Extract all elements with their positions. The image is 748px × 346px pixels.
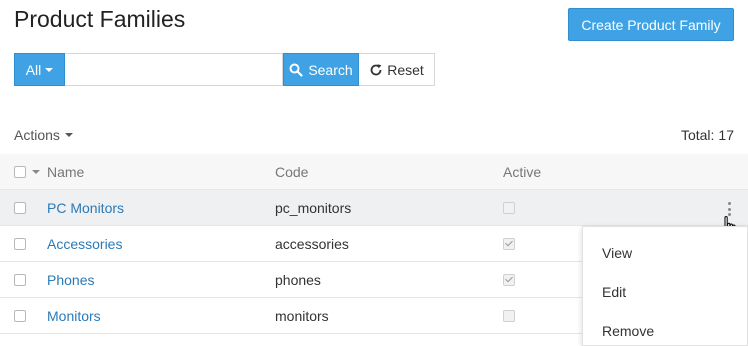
search-button-label: Search bbox=[308, 61, 353, 78]
menu-item-edit[interactable]: Edit bbox=[583, 272, 747, 311]
caret-down-icon[interactable] bbox=[32, 170, 40, 174]
row-name-link[interactable]: Accessories bbox=[47, 226, 122, 262]
reset-icon bbox=[370, 63, 382, 75]
select-all-control[interactable] bbox=[14, 154, 40, 190]
row-code: monitors bbox=[275, 308, 329, 324]
row-active-checkbox bbox=[503, 202, 515, 214]
filter-all-label: All bbox=[25, 61, 42, 78]
row-active-checkbox bbox=[503, 274, 515, 286]
search-input[interactable] bbox=[65, 53, 283, 86]
reset-button-label: Reset bbox=[387, 61, 424, 78]
row-name-link[interactable]: Phones bbox=[47, 262, 94, 298]
row-name-link[interactable]: Monitors bbox=[47, 298, 101, 334]
total-value: 17 bbox=[718, 127, 734, 143]
row-checkbox[interactable] bbox=[14, 238, 26, 250]
row-code: phones bbox=[275, 272, 321, 288]
row-checkbox[interactable] bbox=[14, 274, 26, 286]
total-count: Total: 17 bbox=[681, 127, 734, 143]
table-row: PC Monitors pc_monitors bbox=[0, 190, 748, 226]
row-code: accessories bbox=[275, 236, 349, 252]
column-header-active[interactable]: Active bbox=[503, 154, 541, 190]
row-code: pc_monitors bbox=[275, 200, 352, 216]
filter-bar: All Search Reset bbox=[14, 53, 435, 86]
caret-down-icon bbox=[45, 68, 54, 72]
column-header-name[interactable]: Name bbox=[47, 154, 84, 190]
filter-all-dropdown[interactable]: All bbox=[14, 53, 65, 86]
page-title: Product Families bbox=[14, 6, 186, 32]
row-actions-menu: View Edit Remove bbox=[582, 226, 748, 346]
total-label: Total: bbox=[680, 127, 715, 143]
row-name-link[interactable]: PC Monitors bbox=[47, 190, 124, 226]
search-button[interactable]: Search bbox=[283, 53, 359, 86]
row-active-checkbox bbox=[503, 310, 515, 322]
actions-label: Actions bbox=[14, 127, 60, 143]
column-header-code[interactable]: Code bbox=[275, 154, 308, 190]
menu-item-view[interactable]: View bbox=[583, 233, 747, 272]
select-all-checkbox[interactable] bbox=[14, 166, 26, 178]
row-active-checkbox bbox=[503, 238, 515, 250]
reset-button[interactable]: Reset bbox=[359, 53, 435, 86]
grid-header: Name Code Active bbox=[0, 154, 748, 190]
row-checkbox[interactable] bbox=[14, 202, 26, 214]
menu-item-remove[interactable]: Remove bbox=[583, 311, 747, 346]
actions-dropdown[interactable]: Actions bbox=[14, 127, 73, 143]
search-icon bbox=[289, 63, 303, 77]
row-checkbox[interactable] bbox=[14, 310, 26, 322]
create-product-family-button[interactable]: Create Product Family bbox=[568, 8, 734, 41]
caret-down-icon bbox=[64, 133, 73, 137]
